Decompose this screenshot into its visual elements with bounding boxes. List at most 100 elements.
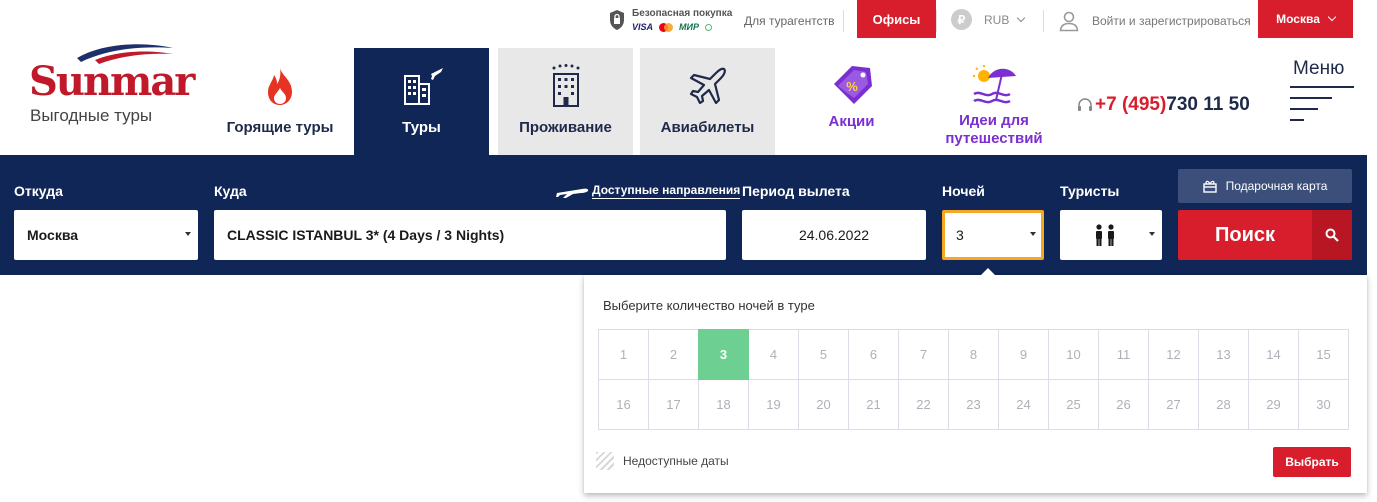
caret-down-icon [1149,232,1155,236]
hamburger-icon [1290,86,1354,121]
departure-date-value: 24.06.2022 [798,227,870,243]
tab-promotions[interactable]: % Акции [800,48,903,156]
night-option[interactable]: 15 [1298,329,1349,380]
user-icon [1059,11,1079,32]
sbp-icon [705,23,712,31]
tab-accommodation-label: Проживание [519,119,612,136]
search-button[interactable]: Поиск [1178,210,1352,260]
divider [843,10,844,32]
night-option[interactable]: 9 [998,329,1049,380]
night-option[interactable]: 1 [598,329,649,380]
chevron-down-icon [1327,12,1337,22]
payment-logos: VISA МИР [632,22,732,32]
logo-brand: Sunmar [29,58,195,105]
menu-button[interactable]: Меню [1290,58,1354,121]
fire-icon [268,68,292,105]
from-select[interactable]: Москва [14,210,198,260]
chevron-down-icon [1017,13,1026,22]
period-label: Период вылета [742,183,850,199]
destination-value: CLASSIC ISTANBUL 3* (4 Days / 3 Nights) [227,227,505,243]
night-option[interactable]: 26 [1098,379,1149,430]
night-option[interactable]: 2 [648,329,699,380]
two-persons-icon [1096,224,1114,246]
airplane-icon [689,67,726,105]
night-option[interactable]: 28 [1198,379,1249,430]
gift-icon [1202,180,1217,193]
destination-input[interactable]: CLASSIC ISTANBUL 3* (4 Days / 3 Nights) [214,210,726,260]
unavailable-legend: Недоступные даты [596,452,729,470]
night-option[interactable]: 25 [1048,379,1099,430]
tab-accommodation[interactable]: Проживание [498,48,633,156]
night-option[interactable]: 27 [1148,379,1199,430]
login-label: Войти и зарегистрироваться [1092,14,1251,28]
night-option[interactable]: 12 [1148,329,1199,380]
hatch-swatch-icon [596,452,614,470]
night-option[interactable]: 24 [998,379,1049,430]
unavailable-legend-label: Недоступные даты [623,454,729,468]
night-option[interactable]: 30 [1298,379,1349,430]
night-option[interactable]: 14 [1248,329,1299,380]
city-plane-icon [403,68,443,105]
night-option[interactable]: 11 [1098,329,1149,380]
tab-hot-tours[interactable]: Горящие туры [220,48,340,156]
night-option[interactable]: 10 [1048,329,1099,380]
night-option[interactable]: 4 [748,329,799,380]
ruble-coin-icon: ₽ [951,9,972,30]
tourists-select[interactable] [1060,210,1162,260]
phone-number[interactable]: +7 (495) 730 11 50 [1077,94,1250,116]
tab-tours[interactable]: Туры [354,48,489,156]
night-option[interactable]: 16 [598,379,649,430]
beach-umbrella-icon [973,65,1016,104]
sunmar-logo[interactable]: Sunmar Выгодные туры [27,40,195,130]
from-label: Откуда [14,183,63,199]
night-option[interactable]: 17 [648,379,699,430]
divider [936,10,937,32]
lock-icon [610,10,624,30]
svg-text:%: % [846,79,858,94]
gift-card-label: Подарочная карта [1225,179,1328,193]
choose-button[interactable]: Выбрать [1273,447,1351,477]
discount-tag-icon: % [833,66,872,104]
mastercard-icon [659,22,674,32]
night-option[interactable]: 22 [898,379,949,430]
available-destinations-link[interactable]: Доступные направления [556,183,741,199]
night-option[interactable]: 5 [798,329,849,380]
menu-label: Меню [1293,58,1345,79]
tab-flights-label: Авиабилеты [660,119,755,136]
tab-travel-ideas[interactable]: Идеи для путешествий [928,48,1060,156]
night-option[interactable]: 6 [848,329,899,380]
night-option[interactable]: 18 [698,379,749,430]
mir-logo: МИР [679,22,699,32]
visa-logo: VISA [632,22,654,32]
departure-date-input[interactable]: 24.06.2022 [742,210,926,260]
gift-card-button[interactable]: Подарочная карта [1178,169,1352,203]
currency-value: RUB [984,12,1010,27]
night-option[interactable]: 23 [948,379,999,430]
city-selector[interactable]: Москва [1258,0,1353,38]
nights-select[interactable]: 3 [942,210,1044,260]
for-agents-link[interactable]: Для турагентств [744,14,834,28]
currency-selector[interactable]: ₽ RUB [951,9,1026,30]
phone-prefix: +7 (495) [1095,94,1167,115]
night-option[interactable]: 20 [798,379,849,430]
secure-purchase[interactable]: Безопасная покупка VISA МИР [608,6,732,34]
available-destinations-label: Доступные направления [592,183,741,199]
tab-tours-label: Туры [402,119,441,136]
tab-promotions-label: Акции [828,113,875,130]
caret-down-icon [185,232,191,236]
tourists-label: Туристы [1060,183,1120,199]
login-link[interactable]: Войти и зарегистрироваться [1058,10,1251,32]
night-option[interactable]: 19 [748,379,799,430]
night-option-selected[interactable]: 3 [698,329,749,380]
night-option[interactable]: 13 [1198,329,1249,380]
tab-flights[interactable]: Авиабилеты [640,48,775,156]
night-option[interactable]: 29 [1248,379,1299,430]
search-button-label: Поиск [1214,223,1276,246]
night-option[interactable]: 8 [948,329,999,380]
hotel-icon [552,64,579,107]
from-value: Москва [27,227,79,243]
offices-button[interactable]: Офисы [857,0,936,38]
night-option[interactable]: 7 [898,329,949,380]
top-bar: Безопасная покупка VISA МИР Для турагент… [0,0,1377,40]
night-option[interactable]: 21 [848,379,899,430]
